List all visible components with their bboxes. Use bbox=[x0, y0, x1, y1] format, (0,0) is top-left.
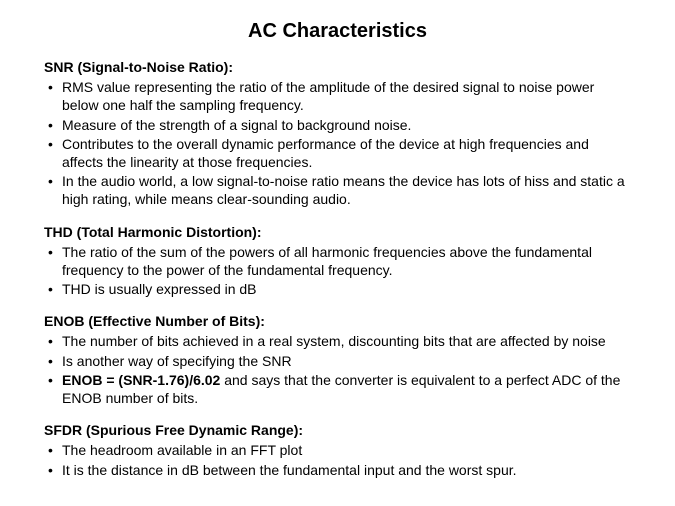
section: THD (Total Harmonic Distortion): The rati… bbox=[44, 223, 631, 299]
bullet-list: The ratio of the sum of the powers of al… bbox=[44, 243, 631, 299]
section-heading: ENOB (Effective Number of Bits): bbox=[44, 312, 631, 330]
sections-container: SNR (Signal-to-Noise Ratio): RMS value re… bbox=[44, 58, 631, 479]
page-title: AC Characteristics bbox=[44, 18, 631, 44]
list-item: Is another way of specifying the SNR bbox=[44, 352, 631, 370]
list-item: Measure of the strength of a signal to b… bbox=[44, 116, 631, 134]
list-item: ENOB = (SNR-1.76)/6.02 and says that the… bbox=[44, 371, 631, 407]
section: SFDR (Spurious Free Dynamic Range): The h… bbox=[44, 421, 631, 479]
list-item: It is the distance in dB between the fun… bbox=[44, 461, 631, 479]
bullet-list: The number of bits achieved in a real sy… bbox=[44, 332, 631, 407]
section-heading: THD (Total Harmonic Distortion): bbox=[44, 223, 631, 241]
bullet-list: RMS value representing the ratio of the … bbox=[44, 78, 631, 208]
list-item: The number of bits achieved in a real sy… bbox=[44, 332, 631, 350]
list-item: In the audio world, a low signal-to-nois… bbox=[44, 172, 631, 208]
section: ENOB (Effective Number of Bits): The numb… bbox=[44, 312, 631, 407]
list-item: RMS value representing the ratio of the … bbox=[44, 78, 631, 114]
list-item: THD is usually expressed in dB bbox=[44, 280, 631, 298]
list-item: The headroom available in an FFT plot bbox=[44, 441, 631, 459]
section-heading: SFDR (Spurious Free Dynamic Range): bbox=[44, 421, 631, 439]
bullet-list: The headroom available in an FFT plot It … bbox=[44, 441, 631, 478]
section-heading: SNR (Signal-to-Noise Ratio): bbox=[44, 58, 631, 76]
list-item: Contributes to the overall dynamic perfo… bbox=[44, 135, 631, 171]
formula-text: ENOB = (SNR-1.76)/6.02 bbox=[62, 372, 224, 388]
section: SNR (Signal-to-Noise Ratio): RMS value re… bbox=[44, 58, 631, 209]
list-item: The ratio of the sum of the powers of al… bbox=[44, 243, 631, 279]
